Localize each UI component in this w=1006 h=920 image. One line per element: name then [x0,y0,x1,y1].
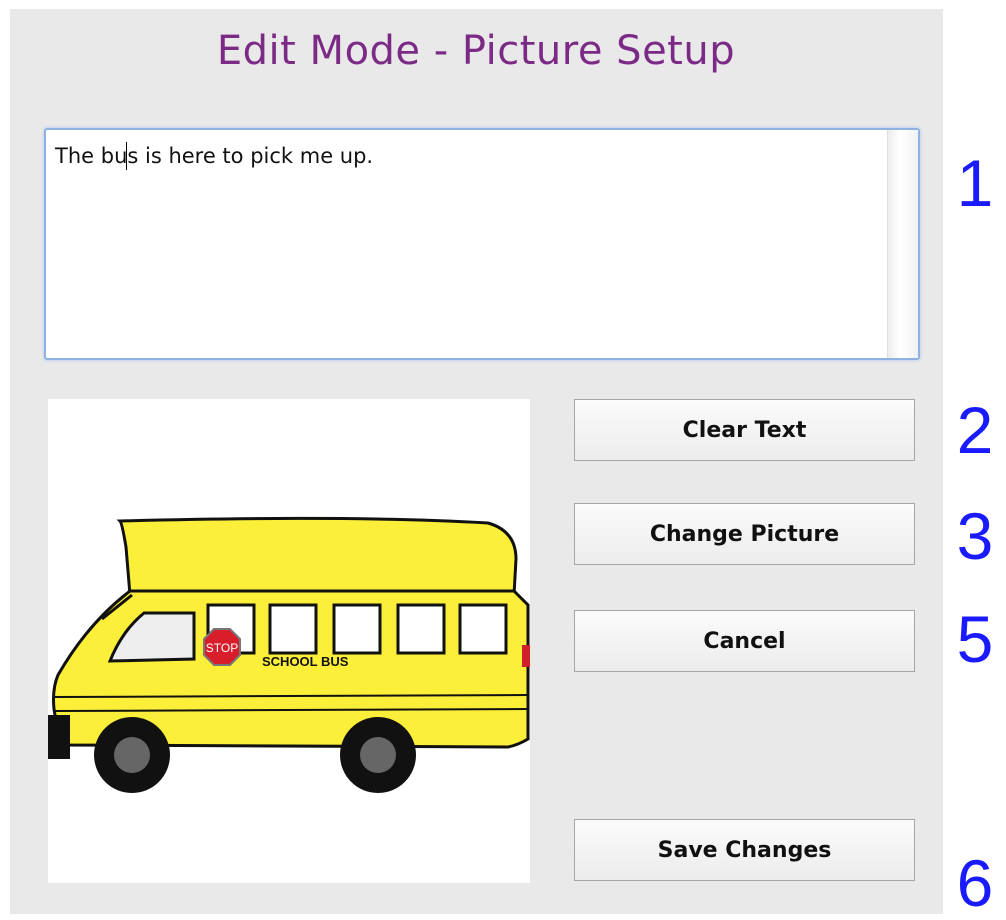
stop-sign-text: STOP [206,641,238,655]
change-picture-button[interactable]: Change Picture [574,503,915,565]
save-changes-button[interactable]: Save Changes [574,819,915,881]
school-bus-label: SCHOOL BUS [262,654,349,669]
caption-text-value[interactable]: The bus is here to pick me up. [55,144,373,168]
annotation-marker-2: 2 [956,393,994,467]
picture-preview: STOP SCHOOL BUS [48,399,530,883]
clear-text-button[interactable]: Clear Text [574,399,915,461]
annotation-marker-3: 3 [956,499,994,573]
text-area-scrollbar[interactable] [887,130,918,358]
page-title: Edit Mode - Picture Setup [216,28,736,74]
cancel-button[interactable]: Cancel [574,610,915,672]
school-bus-image: STOP SCHOOL BUS [48,516,530,793]
text-caret [126,142,127,170]
annotation-marker-5: 5 [956,602,994,676]
annotation-marker-6: 6 [956,846,994,920]
caption-text-area[interactable]: The bus is here to pick me up. [44,128,920,360]
annotation-marker-1: 1 [956,146,994,220]
